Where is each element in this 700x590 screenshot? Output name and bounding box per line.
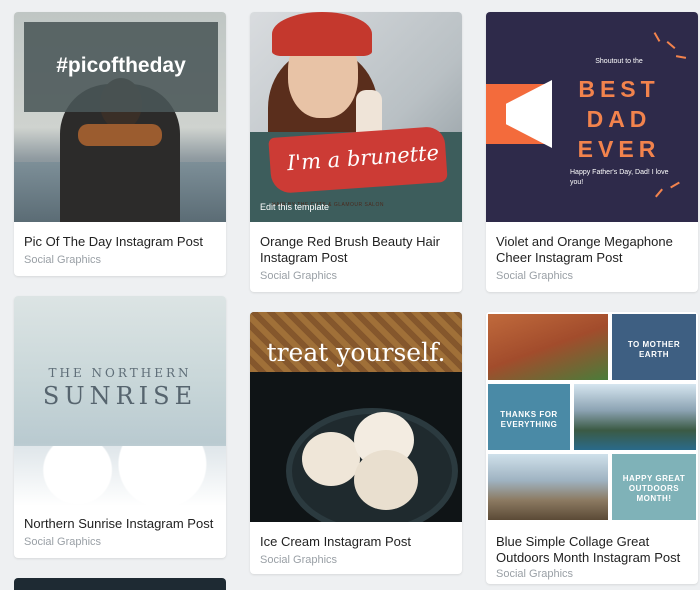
tile-text: HAPPY GREAT OUTDOORS MONTH! (622, 474, 686, 503)
ray-decoration (653, 32, 661, 42)
beanie-image (272, 12, 372, 56)
thumbnail-top-text: THE NORTHERN (48, 366, 192, 380)
tile-thanks: THANKS FOR EVERYTHING (488, 384, 570, 450)
template-card-orange-red-brush[interactable]: I'm a brunette HAIR BY THE CUTS & GLAMOU… (250, 12, 462, 292)
tile-waterfall-image (488, 314, 608, 380)
template-card-pic-of-the-day[interactable]: #picoftheday Pic Of The Day Instagram Po… (14, 12, 226, 276)
template-category: Social Graphics (260, 554, 338, 566)
ray-decoration (655, 188, 663, 198)
template-category: Social Graphics (24, 254, 102, 266)
template-card-northern-sunrise[interactable]: THE NORTHERN SUNRISE Northern Sunrise In… (14, 296, 226, 558)
thumbnail-headline: treat yourself. (266, 338, 446, 367)
template-card-blue-simple-collage[interactable]: TO MOTHER EARTH THANKS FOR EVERYTHING HA… (486, 312, 698, 584)
scarf-image (78, 124, 162, 146)
template-title[interactable]: Orange Red Brush Beauty Hair Instagram P… (260, 234, 454, 266)
template-thumbnail[interactable]: treat yourself. (250, 312, 462, 522)
tile-mother-earth: TO MOTHER EARTH (612, 314, 696, 380)
template-category: Social Graphics (24, 536, 102, 548)
thumbnail-top-text: Shoutout to the (595, 58, 643, 65)
template-thumbnail[interactable]: #picoftheday (14, 12, 226, 222)
clouds-image (14, 446, 226, 506)
template-category: Social Graphics (496, 270, 574, 282)
template-title[interactable]: Violet and Orange Megaphone Cheer Instag… (496, 234, 690, 266)
template-thumbnail[interactable]: THE NORTHERN SUNRISE (14, 296, 226, 506)
tile-text: TO MOTHER EARTH (627, 340, 681, 359)
thumbnail-headline: BEST DAD EVER (577, 76, 661, 162)
tile-great-outdoors: HAPPY GREAT OUTDOORS MONTH! (612, 454, 696, 520)
edit-template-label[interactable]: Edit this template (260, 202, 329, 212)
template-category: Social Graphics (260, 270, 338, 282)
template-title[interactable]: Pic Of The Day Instagram Post (24, 234, 218, 250)
template-title[interactable]: Ice Cream Instagram Post (260, 534, 454, 550)
template-title[interactable]: Northern Sunrise Instagram Post (24, 516, 218, 532)
ice-cream-scoop-image (354, 450, 418, 510)
tile-text: THANKS FOR EVERYTHING (500, 410, 558, 429)
ice-cream-scoop-image (302, 432, 360, 486)
template-card-ice-cream[interactable]: treat yourself. Ice Cream Instagram Post… (250, 312, 462, 574)
template-thumbnail[interactable]: I'm a brunette HAIR BY THE CUTS & GLAMOU… (250, 12, 462, 222)
template-category: Social Graphics (496, 568, 574, 580)
thumbnail-hashtag: #picoftheday (56, 54, 186, 77)
thumbnail-headline: SUNRISE (42, 382, 198, 410)
tile-mountain-lake-image (574, 384, 696, 450)
template-thumbnail[interactable]: TO MOTHER EARTH THANKS FOR EVERYTHING HA… (486, 312, 698, 522)
tile-dock-image (488, 454, 608, 520)
template-title[interactable]: Blue Simple Collage Great Outdoors Month… (496, 534, 690, 566)
ray-decoration (675, 55, 687, 59)
template-card-violet-orange-megaphone[interactable]: Shoutout to the BEST DAD EVER Happy Fath… (486, 12, 698, 292)
ray-decoration (666, 41, 676, 49)
thumbnail-bottom-text: Happy Father's Day, Dad! I love you! (570, 169, 669, 186)
template-card-partial[interactable] (14, 578, 226, 590)
template-thumbnail[interactable]: Shoutout to the BEST DAD EVER Happy Fath… (486, 12, 698, 222)
